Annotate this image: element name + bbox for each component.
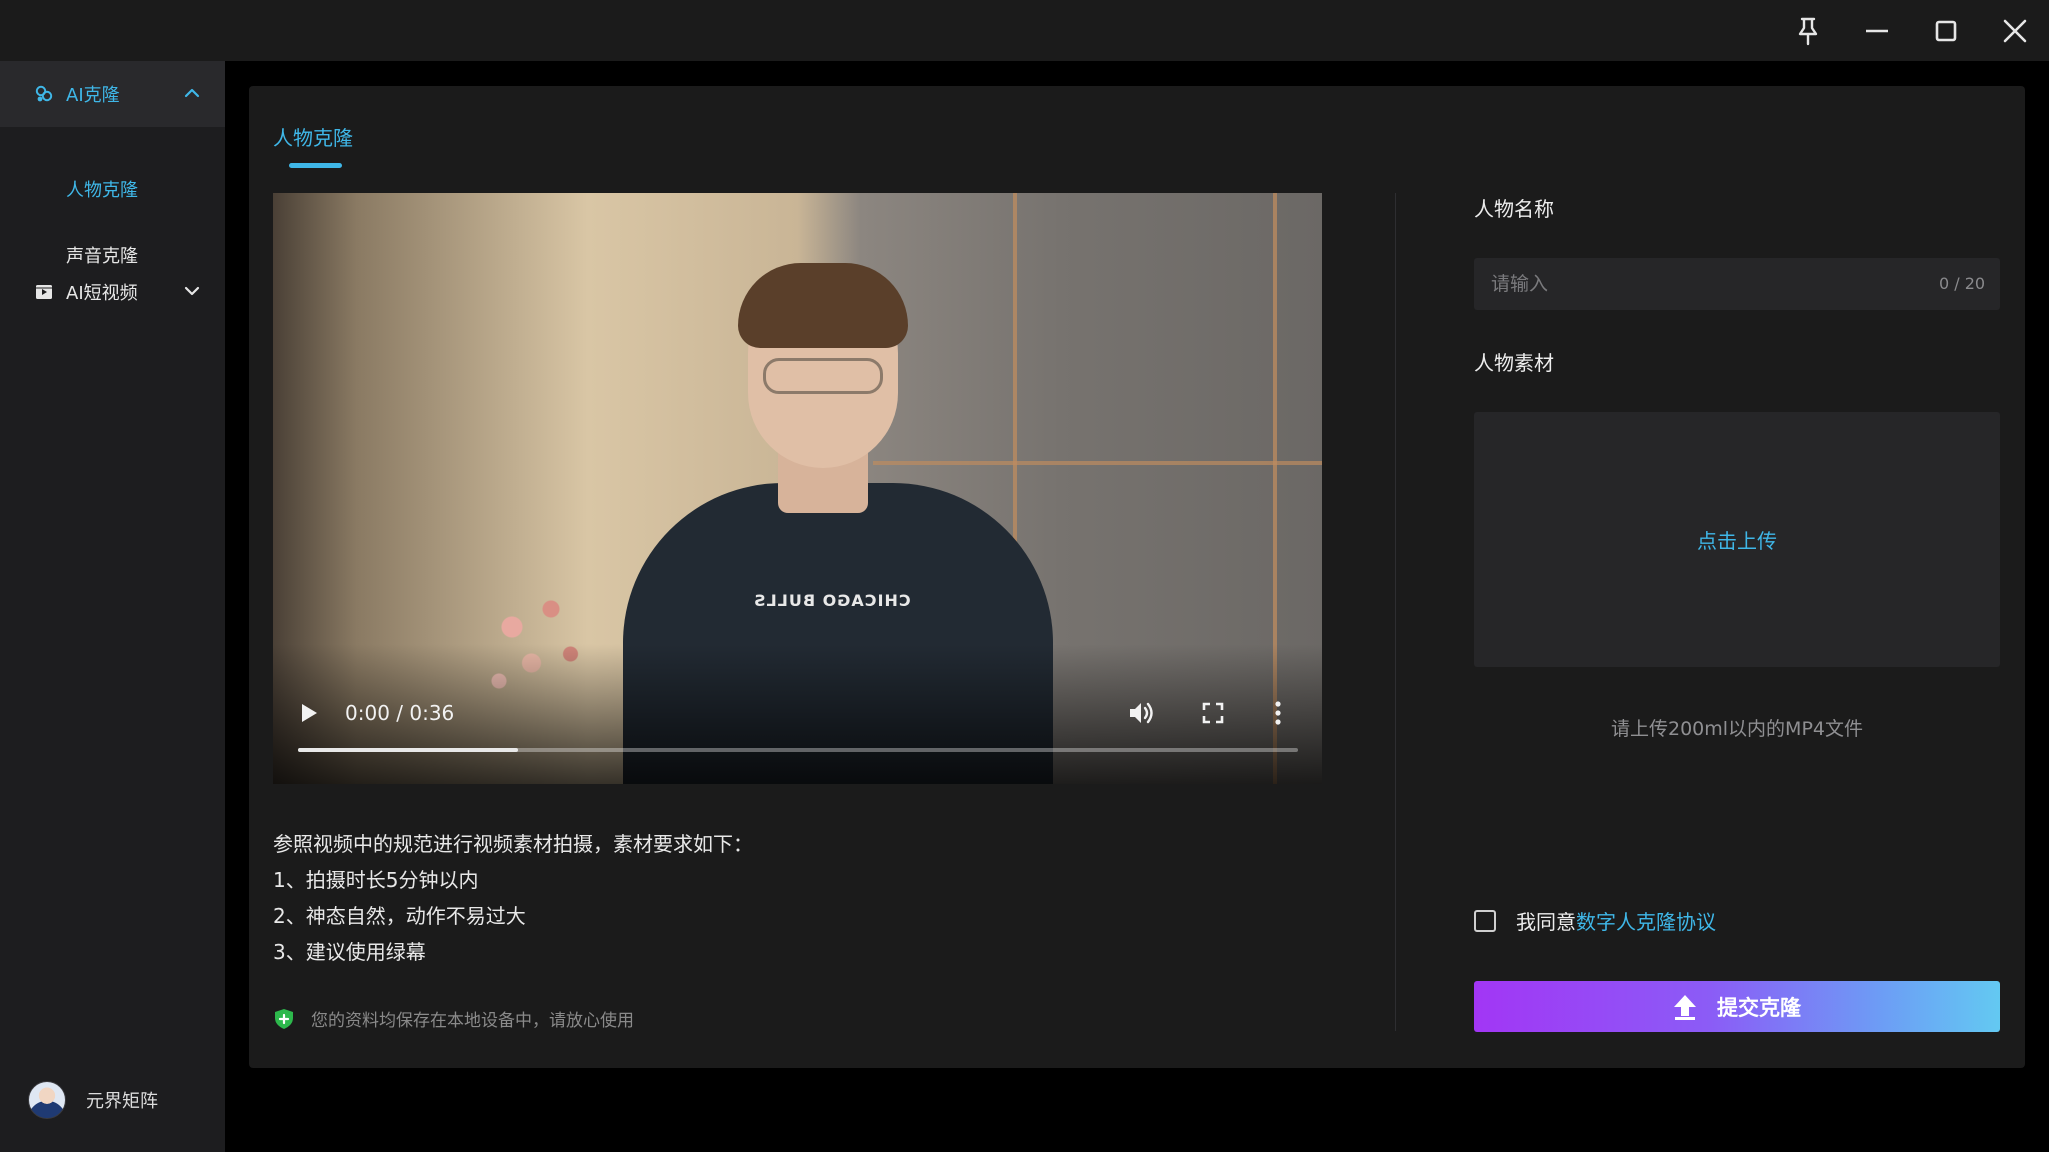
privacy-notice-text: 您的资料均保存在本地设备中，请放心使用	[311, 1011, 634, 1031]
agreement-link[interactable]: 数字人克隆协议	[1576, 906, 1716, 935]
requirement-item: 1、拍摄时长5分钟以内	[273, 868, 479, 892]
submit-clone-button[interactable]: 提交克隆	[1474, 981, 2000, 1032]
sidebar: AI克隆 人物克隆 声音克隆 AI短视频 元界矩阵	[0, 61, 225, 1152]
sidebar-group-label: AI克隆	[66, 85, 120, 106]
divider	[1395, 193, 1396, 1031]
close-button[interactable]	[1995, 13, 2035, 49]
close-icon	[2003, 19, 2027, 43]
video-player[interactable]: CHICAGO BULLS 0:00 / 0:36	[273, 193, 1322, 784]
name-label: 人物名称	[1474, 197, 1554, 221]
sidebar-group-ai-short-video[interactable]: AI短视频	[0, 259, 225, 325]
sidebar-group-label: AI短视频	[66, 283, 138, 304]
material-label: 人物素材	[1474, 351, 1554, 375]
requirement-item: 3、建议使用绿幕	[273, 940, 426, 964]
video-progress-fill	[298, 748, 518, 752]
agree-checkbox[interactable]	[1474, 909, 1496, 932]
upload-link[interactable]: 点击上传	[1697, 525, 1777, 554]
avatar	[28, 1081, 66, 1119]
play-icon[interactable]	[299, 702, 319, 724]
requirements-intro: 参照视频中的规范进行视频素材拍摄，素材要求如下：	[273, 832, 753, 856]
shirt-print: CHICAGO BULLS	[753, 591, 911, 610]
tab-character-clone[interactable]: 人物克隆	[273, 122, 353, 151]
title-bar	[0, 0, 2049, 61]
user-name: 元界矩阵	[86, 1091, 158, 1112]
video-time: 0:00 / 0:36	[345, 701, 455, 725]
name-input[interactable]	[1474, 258, 2000, 310]
agreement-row: 我同意 数字人克隆协议	[1474, 906, 1716, 935]
agree-text: 我同意	[1516, 910, 1576, 934]
main-panel: 人物克隆 CHICAGO BULLS 0:00 / 0:36 参照视频中的规范进…	[249, 86, 2025, 1068]
video-progress-bar[interactable]	[298, 748, 1298, 752]
video-icon	[34, 282, 54, 302]
chevron-down-icon	[184, 286, 200, 296]
sidebar-item-character-clone[interactable]: 人物克隆	[0, 159, 225, 219]
maximize-icon	[1935, 20, 1957, 42]
character-counter: 0 / 20	[1939, 274, 1986, 293]
upload-hint: 请上传200ml以内的MP4文件	[1611, 718, 1863, 740]
pin-icon	[1798, 17, 1818, 46]
shield-icon	[275, 1008, 293, 1029]
maximize-button[interactable]	[1926, 13, 1966, 49]
upload-arrow-icon	[1674, 994, 1696, 1020]
sidebar-item-label: 人物克隆	[66, 180, 138, 201]
chevron-up-icon	[184, 88, 200, 98]
minimize-icon	[1866, 29, 1888, 33]
user-profile[interactable]: 元界矩阵	[28, 1081, 158, 1119]
submit-label: 提交克隆	[1717, 996, 1801, 1020]
more-options-icon[interactable]	[1274, 700, 1282, 726]
privacy-notice: 您的资料均保存在本地设备中，请放心使用	[273, 1006, 634, 1031]
upload-area[interactable]: 点击上传	[1474, 412, 2000, 667]
minimize-button[interactable]	[1857, 13, 1897, 49]
tab-active-indicator	[289, 163, 342, 168]
volume-icon[interactable]	[1128, 700, 1156, 726]
ai-clone-icon	[34, 84, 54, 104]
sidebar-group-ai-clone[interactable]: AI克隆	[0, 61, 225, 127]
pin-button[interactable]	[1788, 13, 1828, 49]
requirement-item: 2、神态自然，动作不易过大	[273, 904, 526, 928]
fullscreen-icon[interactable]	[1202, 702, 1224, 724]
